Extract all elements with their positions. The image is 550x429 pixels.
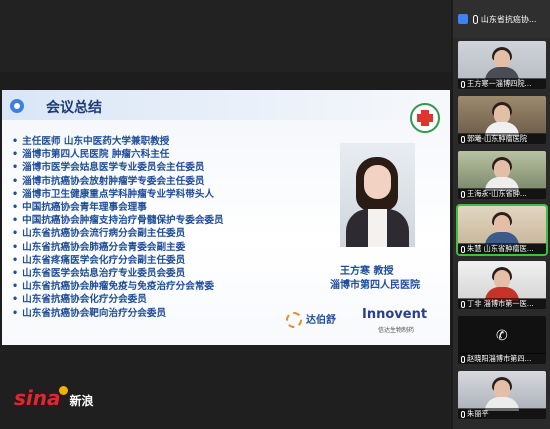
microphone-icon [461,80,465,88]
sina-brand-text: sina [14,386,61,410]
microphone-icon [461,300,465,308]
slide-title-bar: 会议总结 [2,90,450,120]
title-item: • 山东省疼痛医学会化疗分会副主任委员 [12,254,186,266]
sponsor-logo-innovent-sub: 信达生物制药 [378,327,415,334]
participant-caption: 郭曦-山东肿瘤医院 [458,133,546,144]
sina-brand-cn: 新浪 [69,394,94,408]
participant-caption: 朱丽平 [458,408,546,419]
title-item: • 山东省医学会姑息治疗专业委员会委员 [12,268,186,280]
sina-eye-icon [58,386,68,395]
participant-caption: 王海永-山东省肿... [458,188,546,199]
microphone-icon [461,245,465,253]
participant-caption: 王方寒一淄博四院... [458,78,546,89]
microphone-icon [472,14,478,24]
participant-tile-audio-only[interactable]: ✆ 赵晓阳淄博市第四... [458,316,546,364]
phone-icon: ✆ [496,328,508,344]
speaker-hospital: 淄博市第四人民医院 [330,280,420,291]
participant-sidebar: 山东省抗癌协... 王方寒一淄博四院... 郭曦-山东肿瘤医院 王海永-山东省肿… [453,0,550,429]
daboshu-logo-icon [286,312,302,328]
participant-tile[interactable]: 王海永-山东省肿... [458,151,546,199]
screen-top-band [0,0,451,72]
participant-caption: 丁非 淄博市第一医... [458,298,546,309]
title-item: • 淄博市第四人民医院 肿瘤六科主任 [12,149,170,161]
participant-caption: 赵晓阳淄博市第四... [458,353,546,364]
shared-screen: 会议总结 • 主任医师 山东中医药大学兼职教授 • 淄博市第四人民医院 肿瘤六科主任… [0,0,451,429]
title-item: • 山东省抗癌协会靶向治疗分会委员 [12,307,167,319]
user-icon [458,14,468,24]
title-item: • 山东省抗癌协会肿瘤免疫与免疫治疗分会常委 [12,281,215,293]
sina-watermark-logo: sina 新浪 [14,386,94,410]
speaker-titles-list: • 主任医师 山东中医药大学兼职教授 • 淄博市第四人民医院 肿瘤六科主任 • 淄博市… [12,135,224,320]
participant-tile[interactable]: 丁非 淄博市第一医... [458,261,546,309]
slide-title: 会议总结 [46,100,102,116]
title-item: • 中国抗癌协会青年理事会理事 [12,202,147,214]
microphone-icon [461,190,465,198]
title-item: • 中国抗癌协会肿瘤支持治疗骨髓保护专委会委员 [12,215,224,227]
title-item: • 山东省抗癌协会化疗分会委员 [12,294,147,306]
sponsor-logo-daboshu: 达伯舒 [286,311,336,328]
title-item: • 主任医师 山东中医药大学兼职教授 [12,136,170,147]
title-item: • 淄博市卫生健康重点学科肿瘤专业学科带头人 [12,188,215,200]
participant-caption: 朱慧 山东省肿瘤医... [458,243,546,254]
title-item: • 山东省抗癌协会流行病分会副主任委员 [12,228,186,240]
microphone-icon [461,410,465,418]
hospital-logo-icon [410,103,440,133]
title-item: • 山东省抗癌协会肺癌分会青委会副主委 [12,241,186,253]
sidebar-header-label: 山东省抗癌协... [480,14,537,24]
participant-tile[interactable]: 朱丽平 [458,371,546,419]
slide-title-icon [10,99,24,113]
microphone-icon [461,355,465,363]
sidebar-header[interactable]: 山东省抗癌协... [453,0,550,38]
speaker-portrait [340,143,415,247]
title-item: • 淄博市抗癌协会放射肿瘤学专委会主任委员 [12,175,205,187]
sponsor-logo-innovent: Innovent [362,307,428,322]
participant-tile[interactable]: 王方寒一淄博四院... [458,41,546,89]
title-item: • 淄博市医学会姑息医学专业委员会主任委员 [12,162,205,174]
speaker-name: 王方寒 教授 [340,266,394,277]
participant-tile-active-speaker[interactable]: 朱慧 山东省肿瘤医... [456,204,548,256]
participant-tile[interactable]: 郭曦-山东肿瘤医院 [458,96,546,144]
microphone-icon [461,135,465,143]
